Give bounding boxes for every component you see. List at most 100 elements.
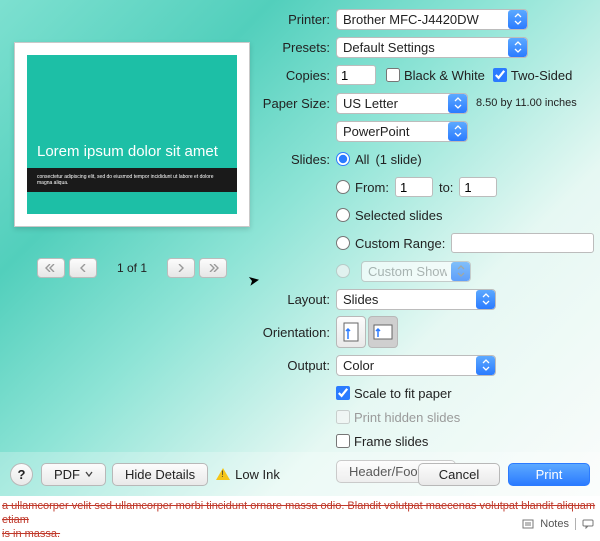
dropdown-arrows-icon	[508, 10, 527, 29]
two-sided-checkbox-input[interactable]	[493, 68, 507, 82]
scale-checkbox-input[interactable]	[336, 386, 350, 400]
hidden-slides-checkbox-input	[336, 410, 350, 424]
custom-shows-select: Custom Shows	[361, 261, 471, 282]
dropdown-arrows-icon	[448, 122, 467, 141]
chevron-down-icon	[85, 471, 93, 477]
preview-nav: 1 of 1	[14, 258, 250, 278]
layout-value: Slides	[343, 292, 472, 307]
dropdown-arrows-icon	[448, 94, 467, 113]
black-white-label: Black & White	[404, 68, 485, 83]
landscape-page-icon	[372, 323, 394, 341]
hidden-slides-label: Print hidden slides	[354, 410, 460, 425]
from-input[interactable]	[395, 177, 433, 197]
two-sided-label: Two-Sided	[511, 68, 572, 83]
slides-label: Slides:	[262, 152, 330, 167]
presets-label: Presets:	[262, 40, 330, 55]
next-page-button[interactable]	[167, 258, 195, 278]
custom-range-radio[interactable]: Custom Range:	[336, 236, 445, 251]
papersize-dimensions: 8.50 by 11.00 inches	[476, 97, 577, 109]
frame-slides-label: Frame slides	[354, 434, 428, 449]
page-indicator: 1 of 1	[117, 261, 147, 275]
app-options-select[interactable]: PowerPoint	[336, 121, 468, 142]
slides-from-radio[interactable]: From:	[336, 180, 389, 195]
frame-slides-checkbox-input[interactable]	[336, 434, 350, 448]
prev-page-button[interactable]	[69, 258, 97, 278]
to-input[interactable]	[459, 177, 497, 197]
selected-slides-radio[interactable]: Selected slides	[336, 208, 442, 223]
dialog-bottom-bar: ? PDF Hide Details Low Ink Cancel Print	[0, 452, 600, 496]
slides-from-label: From:	[355, 180, 389, 195]
custom-shows-radio-input	[336, 264, 350, 278]
portrait-page-icon	[342, 321, 360, 343]
document-background-text: a ullamcorper velit sed ullamcorper morb…	[0, 496, 600, 541]
two-sided-checkbox[interactable]: Two-Sided	[493, 68, 572, 83]
black-white-checkbox[interactable]: Black & White	[386, 68, 485, 83]
low-ink-label: Low Ink	[235, 467, 280, 482]
copies-label: Copies:	[262, 68, 330, 83]
dropdown-arrows-icon	[451, 262, 470, 281]
notes-label[interactable]: Notes	[540, 518, 569, 530]
orientation-label: Orientation:	[262, 325, 330, 340]
papersize-select[interactable]: US Letter	[336, 93, 468, 114]
frame-slides-checkbox[interactable]: Frame slides	[336, 434, 428, 449]
dropdown-arrows-icon	[476, 290, 495, 309]
cancel-button[interactable]: Cancel	[418, 463, 500, 486]
slide-thumbnail: Lorem ipsum dolor sit amet consectetur a…	[27, 55, 237, 214]
presets-select[interactable]: Default Settings	[336, 37, 528, 58]
slide-title: Lorem ipsum dolor sit amet	[37, 143, 227, 160]
comments-icon	[582, 519, 594, 529]
black-white-checkbox-input[interactable]	[386, 68, 400, 82]
first-page-button[interactable]	[37, 258, 65, 278]
print-controls: Printer: Brother MFC-J4420DW Presets: De…	[262, 8, 594, 489]
custom-range-label: Custom Range:	[355, 236, 445, 251]
notes-icon	[522, 519, 534, 529]
custom-range-input[interactable]	[451, 233, 594, 253]
slides-all-label: All	[355, 152, 369, 167]
layout-select[interactable]: Slides	[336, 289, 496, 310]
copies-input[interactable]	[336, 65, 376, 85]
custom-range-radio-input[interactable]	[336, 236, 350, 250]
custom-shows-value: Custom Shows	[368, 264, 447, 279]
printer-label: Printer:	[262, 12, 330, 27]
slides-all-radio[interactable]: All (1 slide)	[336, 152, 422, 167]
slides-all-radio-input[interactable]	[336, 152, 350, 166]
slides-all-count: (1 slide)	[375, 152, 421, 167]
status-bar: Notes	[522, 518, 594, 530]
pdf-button-label: PDF	[54, 467, 80, 482]
print-dialog: Lorem ipsum dolor sit amet consectetur a…	[0, 0, 600, 496]
output-select[interactable]: Color	[336, 355, 496, 376]
orientation-portrait-button[interactable]	[336, 316, 366, 348]
last-page-button[interactable]	[199, 258, 227, 278]
print-preview: Lorem ipsum dolor sit amet consectetur a…	[14, 42, 250, 227]
orientation-landscape-button[interactable]	[368, 316, 398, 348]
scale-checkbox[interactable]: Scale to fit paper	[336, 386, 452, 401]
slide-footer	[27, 192, 237, 214]
dropdown-arrows-icon	[508, 38, 527, 57]
warning-icon	[216, 468, 230, 480]
scale-label: Scale to fit paper	[354, 386, 452, 401]
print-button[interactable]: Print	[508, 463, 590, 486]
papersize-value: US Letter	[343, 96, 444, 111]
presets-value: Default Settings	[343, 40, 504, 55]
doc-line2: is in massa.	[2, 528, 60, 540]
hide-details-button[interactable]: Hide Details	[112, 463, 208, 486]
output-label: Output:	[262, 358, 330, 373]
selected-slides-radio-input[interactable]	[336, 208, 350, 222]
papersize-label: Paper Size:	[262, 96, 330, 111]
status-divider	[575, 518, 576, 530]
slides-from-radio-input[interactable]	[336, 180, 350, 194]
hidden-slides-checkbox: Print hidden slides	[336, 410, 460, 425]
slide-subtitle: consectetur adipiscing elit, sed do eius…	[27, 168, 237, 192]
to-label: to:	[439, 180, 453, 195]
dropdown-arrows-icon	[476, 356, 495, 375]
help-button[interactable]: ?	[10, 463, 33, 486]
output-value: Color	[343, 358, 472, 373]
pdf-button[interactable]: PDF	[41, 463, 106, 486]
custom-shows-radio	[336, 264, 355, 278]
doc-line1: a ullamcorper velit sed ullamcorper morb…	[2, 500, 595, 526]
selected-slides-label: Selected slides	[355, 208, 442, 223]
printer-value: Brother MFC-J4420DW	[343, 12, 504, 27]
app-options-value: PowerPoint	[343, 124, 444, 139]
mouse-cursor-icon: ➤	[247, 271, 262, 290]
printer-select[interactable]: Brother MFC-J4420DW	[336, 9, 528, 30]
